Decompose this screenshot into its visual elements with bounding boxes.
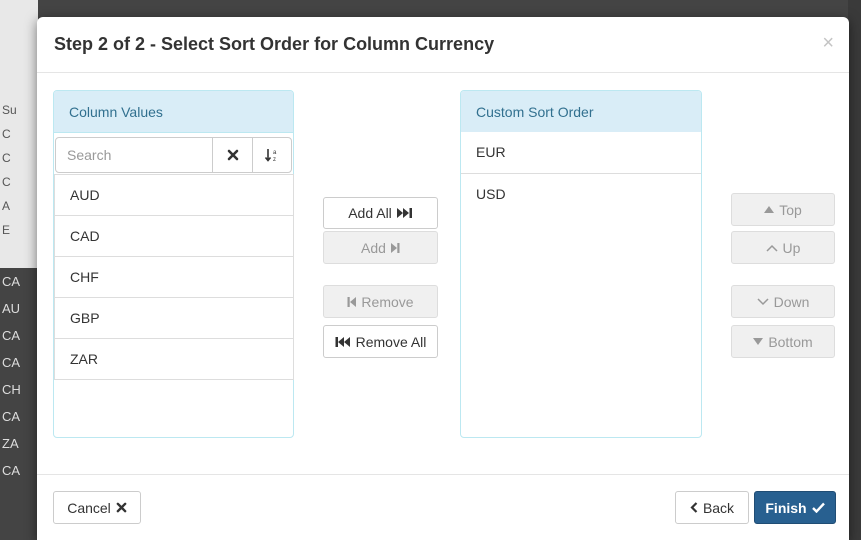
remove-button[interactable]: Remove: [323, 285, 438, 318]
list-item[interactable]: AUD: [55, 174, 293, 215]
background-row: ZA: [2, 436, 19, 451]
triangle-up-icon: [764, 206, 775, 213]
move-top-button[interactable]: Top: [731, 193, 835, 226]
remove-label: Remove: [361, 293, 414, 310]
close-icon: [116, 502, 127, 513]
sort-order-dialog: Step 2 of 2 - Select Sort Order for Colu…: [37, 17, 849, 540]
remove-all-label: Remove All: [355, 333, 427, 350]
background-row: CA: [2, 274, 21, 289]
column-values-panel: Column Values a z AUD CAD CHF GBP ZAR: [53, 90, 294, 438]
background-row: A: [2, 199, 11, 213]
background-row: E: [2, 223, 11, 237]
step-backward-icon: [347, 296, 357, 307]
remove-all-button[interactable]: Remove All: [323, 325, 438, 358]
list-item[interactable]: USD: [461, 173, 701, 214]
background-row: CA: [2, 328, 21, 343]
dialog-header: Step 2 of 2 - Select Sort Order for Colu…: [37, 17, 849, 73]
svg-text:z: z: [273, 157, 276, 163]
custom-sort-order-list: EUR USD: [461, 132, 701, 214]
back-label: Back: [702, 499, 735, 516]
move-down-label: Down: [773, 293, 810, 310]
close-icon[interactable]: ×: [822, 32, 834, 55]
background-row: C: [2, 151, 11, 165]
check-icon: [811, 502, 825, 513]
chevron-left-icon: [690, 502, 698, 513]
move-bottom-button[interactable]: Bottom: [731, 325, 835, 358]
clear-search-button[interactable]: [212, 137, 253, 173]
add-label: Add: [361, 239, 386, 256]
move-up-button[interactable]: Up: [731, 231, 835, 264]
add-all-button[interactable]: Add All: [323, 197, 438, 229]
background-right-edge: [848, 0, 861, 540]
background-row: CA: [2, 409, 21, 424]
custom-sort-order-heading: Custom Sort Order: [461, 91, 701, 133]
cancel-label: Cancel: [67, 499, 111, 516]
close-icon: [227, 149, 238, 161]
move-up-label: Up: [782, 239, 801, 256]
column-values-heading: Column Values: [54, 91, 293, 133]
fast-forward-icon: [396, 208, 412, 218]
chevron-up-icon: [766, 244, 778, 252]
custom-sort-order-panel: Custom Sort Order EUR USD: [460, 90, 702, 438]
add-all-label: Add All: [348, 205, 392, 221]
background-row: C: [2, 127, 11, 141]
list-item[interactable]: CAD: [55, 215, 293, 256]
svg-text:a: a: [273, 150, 277, 156]
move-top-label: Top: [779, 201, 802, 218]
sort-alpha-button[interactable]: a z: [252, 137, 292, 173]
triangle-down-icon: [753, 338, 764, 345]
background-table-dark: CA AU CA CA CH CA ZA CA: [0, 268, 38, 484]
background-row: C: [2, 175, 11, 189]
chevron-down-icon: [757, 297, 769, 305]
back-button[interactable]: Back: [675, 491, 749, 524]
search-group: a z: [54, 137, 292, 173]
background-row: Su: [2, 103, 17, 117]
search-input[interactable]: [55, 137, 213, 173]
finish-label: Finish: [765, 499, 807, 516]
background-table-light: Su C C C A E: [0, 0, 38, 268]
dialog-footer: Cancel Back Finish: [37, 474, 849, 540]
background-row: CA: [2, 463, 21, 478]
list-item[interactable]: EUR: [461, 132, 701, 173]
column-values-list: AUD CAD CHF GBP ZAR: [54, 174, 294, 380]
list-item[interactable]: GBP: [55, 297, 293, 338]
cancel-button[interactable]: Cancel: [53, 491, 141, 524]
add-button[interactable]: Add: [323, 231, 438, 264]
background-row: AU: [2, 301, 21, 316]
background-row: CA: [2, 355, 21, 370]
background-row: CH: [2, 382, 21, 397]
fast-backward-icon: [335, 336, 350, 347]
finish-button[interactable]: Finish: [754, 491, 836, 524]
dialog-title: Step 2 of 2 - Select Sort Order for Colu…: [54, 34, 495, 54]
sort-alpha-icon: a z: [264, 149, 277, 163]
move-down-button[interactable]: Down: [731, 285, 835, 318]
list-item[interactable]: CHF: [55, 256, 293, 297]
move-bottom-label: Bottom: [768, 333, 813, 350]
step-forward-icon: [390, 242, 400, 253]
list-item[interactable]: ZAR: [55, 338, 293, 379]
